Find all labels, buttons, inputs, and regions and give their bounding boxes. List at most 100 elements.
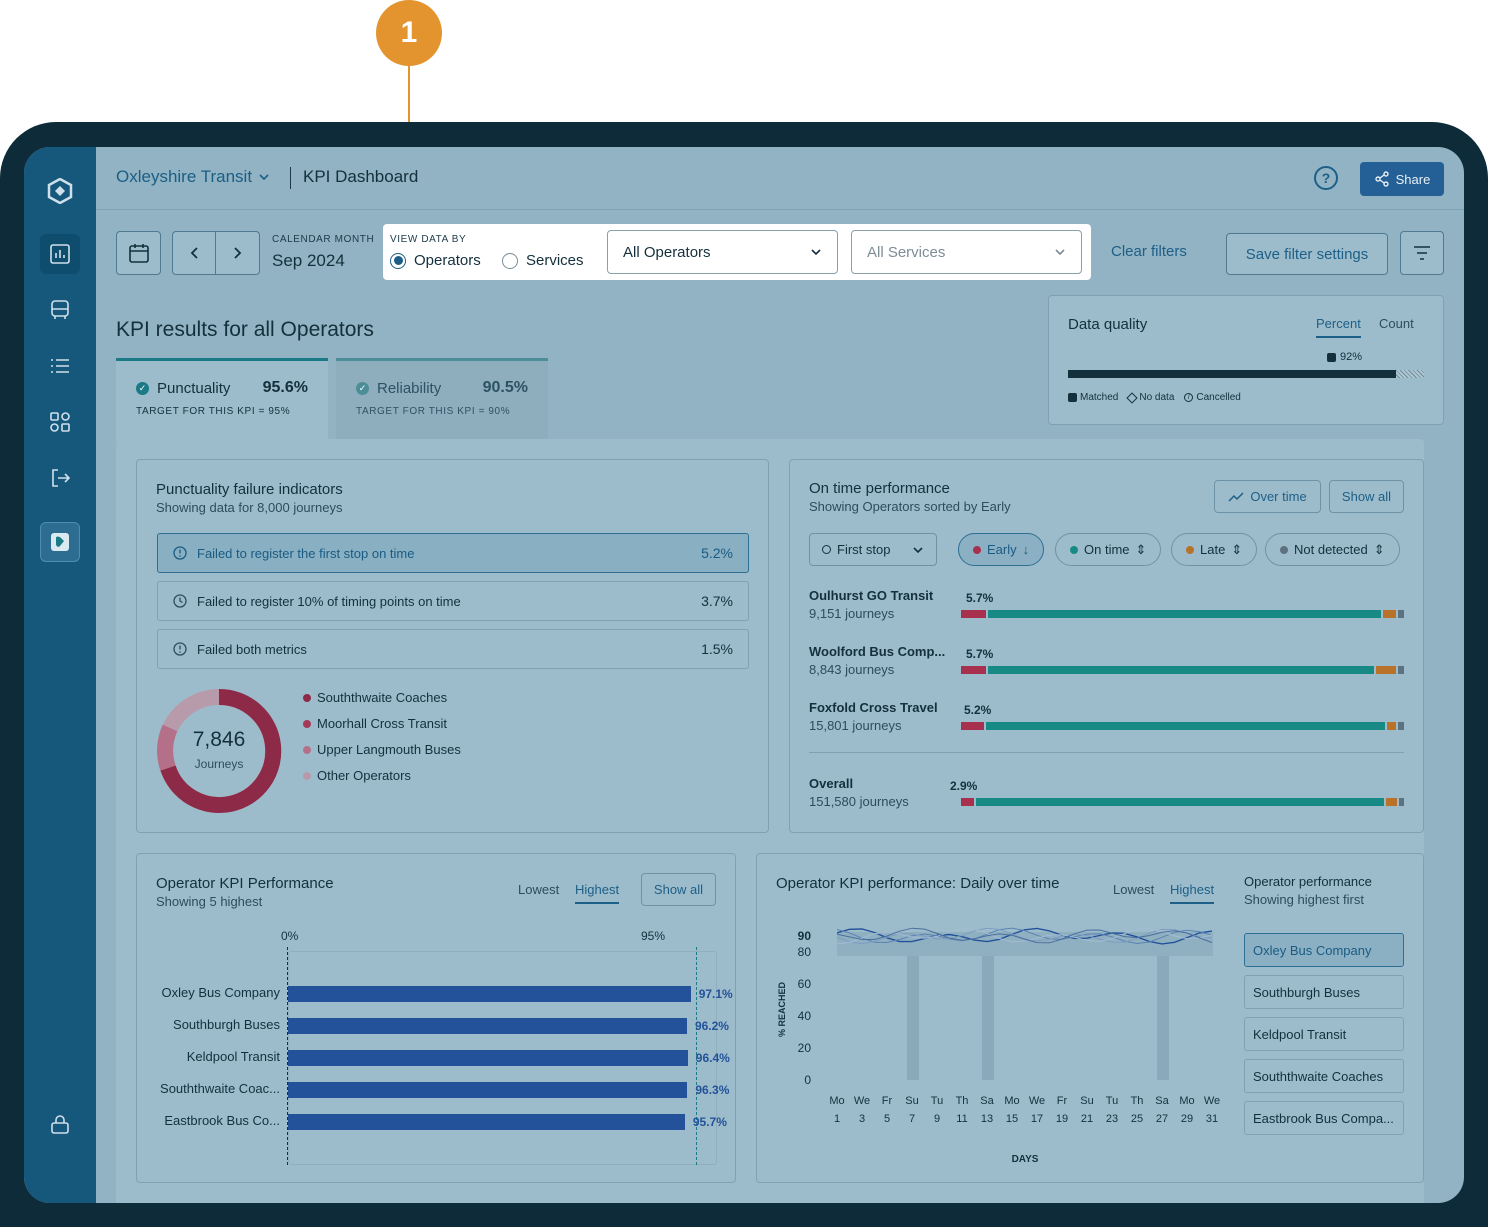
- operator-journeys: 9,151 journeys: [809, 606, 895, 621]
- list-nav-icon[interactable]: [40, 346, 80, 386]
- chip-label: Early: [987, 542, 1017, 557]
- failure-row[interactable]: Failed both metrics 1.5%: [157, 629, 749, 669]
- y-tick-label: 80: [798, 945, 812, 959]
- filter-icon: [1414, 246, 1430, 260]
- app-switcher-icon[interactable]: [40, 522, 80, 562]
- legend-label: Other Operators: [317, 768, 411, 783]
- x-tick-day: We: [854, 1095, 870, 1107]
- late-segment: [1380, 610, 1397, 618]
- tab-reliability[interactable]: ✓ Reliability 90.5% TARGET FOR THIS KPI …: [336, 358, 548, 440]
- clock-icon: [173, 594, 187, 608]
- logout-nav-icon[interactable]: [40, 458, 80, 498]
- widgets-nav-icon[interactable]: [40, 402, 80, 442]
- filter-chip-early[interactable]: Early ↓: [958, 533, 1045, 566]
- operator-performance-item[interactable]: Oxley Bus Company: [1244, 933, 1404, 967]
- help-icon[interactable]: ?: [1314, 166, 1338, 190]
- save-filter-settings-button[interactable]: Save filter settings: [1226, 233, 1388, 275]
- tab-value: 90.5%: [482, 379, 528, 396]
- toggle-highest[interactable]: Highest: [1170, 882, 1215, 904]
- kpi-bar: [288, 1114, 685, 1130]
- toggle-highest[interactable]: Highest: [575, 882, 620, 904]
- filter-chip-not-detected[interactable]: Not detected ⇕: [1265, 533, 1400, 566]
- clear-filters-link[interactable]: Clear filters: [1111, 243, 1187, 260]
- radio-unselected-icon: [502, 252, 518, 269]
- view-data-by-panel: VIEW DATA BY Operators Services All Oper…: [383, 224, 1091, 280]
- lock-icon[interactable]: [40, 1104, 80, 1144]
- bus-nav-icon[interactable]: [40, 290, 80, 330]
- tab-punctuality[interactable]: ✓ Punctuality 95.6% TARGET FOR THIS KPI …: [116, 358, 328, 440]
- chevron-right-icon: [233, 247, 241, 259]
- matched-swatch-icon: [1327, 352, 1336, 362]
- late-segment: [1384, 722, 1396, 730]
- legend-no-data: No data: [1126, 391, 1174, 404]
- app-logo-icon[interactable]: [40, 171, 80, 211]
- early-percent: 5.2%: [964, 703, 992, 717]
- show-all-button[interactable]: Show all: [641, 873, 716, 906]
- filter-chip-on-time[interactable]: On time ⇕: [1055, 533, 1162, 566]
- early-segment: [961, 666, 987, 674]
- cancelled-icon: /: [1184, 393, 1194, 402]
- y-tick-label: 60: [798, 977, 812, 991]
- card-title: On time performance: [809, 480, 950, 497]
- stop-select[interactable]: First stop: [809, 533, 937, 566]
- header-divider: [290, 167, 291, 189]
- tab-percent[interactable]: Percent: [1316, 316, 1361, 338]
- dashboard-nav-icon[interactable]: [40, 234, 80, 274]
- radio-operators[interactable]: Operators: [390, 252, 481, 269]
- chip-dot-icon: [1070, 545, 1078, 554]
- legend-label: Upper Langmouth Buses: [317, 742, 461, 757]
- tab-target: TARGET FOR THIS KPI = 90%: [356, 406, 511, 417]
- not-detected-segment: [1396, 610, 1404, 618]
- x-tick-day: Th: [1131, 1095, 1144, 1107]
- calendar-icon: [128, 244, 149, 263]
- operator-performance-item[interactable]: Souththwaite Coaches: [1244, 1059, 1404, 1093]
- card-subtitle: Showing data for 8,000 journeys: [156, 500, 343, 515]
- not-detected-segment: [1396, 798, 1404, 806]
- tab-count[interactable]: Count: [1379, 316, 1414, 331]
- chip-dot-icon: [973, 545, 981, 554]
- page-title: KPI Dashboard: [303, 167, 419, 186]
- previous-month-button[interactable]: [173, 232, 217, 274]
- radio-services-label: Services: [526, 252, 584, 269]
- card-title: Operator KPI performance: Daily over tim…: [776, 875, 1060, 892]
- toggle-lowest[interactable]: Lowest: [1113, 882, 1154, 897]
- x-tick-date: 13: [981, 1113, 993, 1125]
- kpi-content-panel: Punctuality failure indicators Showing d…: [116, 439, 1424, 1203]
- show-all-button[interactable]: Show all: [1329, 480, 1404, 513]
- callout-number: 1: [400, 16, 418, 49]
- services-select[interactable]: All Services: [851, 230, 1082, 274]
- next-month-button[interactable]: [216, 232, 259, 274]
- failure-row[interactable]: Failed to register 10% of timing points …: [157, 581, 749, 621]
- legend-matched: Matched: [1068, 392, 1118, 403]
- x-tick-date: 25: [1131, 1113, 1143, 1125]
- filter-chip-late[interactable]: Late ⇕: [1171, 533, 1258, 566]
- main-area: Oxleyshire Transit KPI Dashboard ? Share…: [96, 147, 1464, 1203]
- share-button[interactable]: Share: [1360, 162, 1444, 196]
- bar-value: 96.3%: [695, 1083, 730, 1097]
- matched-percent: 92%: [1340, 351, 1363, 363]
- over-time-button[interactable]: Over time: [1214, 480, 1321, 513]
- on-time-segment: [986, 610, 1381, 618]
- data-quality-title: Data quality: [1068, 316, 1148, 333]
- organisation-selector[interactable]: Oxleyshire Transit: [116, 167, 270, 187]
- bar-label: Southburgh Buses: [173, 1017, 280, 1032]
- bar-label: Keldpool Transit: [186, 1049, 280, 1064]
- failure-value: 5.2%: [701, 545, 733, 561]
- view-data-by-label: VIEW DATA BY: [390, 234, 467, 245]
- operator-name: Woolford Bus Comp...: [809, 644, 946, 659]
- radio-services[interactable]: Services: [502, 252, 584, 269]
- bar-value: 95.7%: [692, 1115, 727, 1129]
- operator-performance-item[interactable]: Southburgh Buses: [1244, 975, 1404, 1009]
- diamond-icon: [1126, 391, 1139, 404]
- early-segment: [961, 610, 987, 618]
- operator-journeys: 8,843 journeys: [809, 662, 895, 677]
- axis-zero-label: 0%: [281, 929, 299, 943]
- calendar-button[interactable]: [116, 231, 161, 275]
- operators-select[interactable]: All Operators: [607, 230, 838, 274]
- filter-settings-button[interactable]: [1400, 231, 1444, 275]
- toggle-lowest[interactable]: Lowest: [518, 882, 559, 897]
- operator-performance-item[interactable]: Eastbrook Bus Compa...: [1244, 1101, 1404, 1135]
- operator-performance-item[interactable]: Keldpool Transit: [1244, 1017, 1404, 1051]
- x-tick-date: 1: [834, 1113, 840, 1125]
- failure-row[interactable]: Failed to register the first stop on tim…: [157, 533, 749, 573]
